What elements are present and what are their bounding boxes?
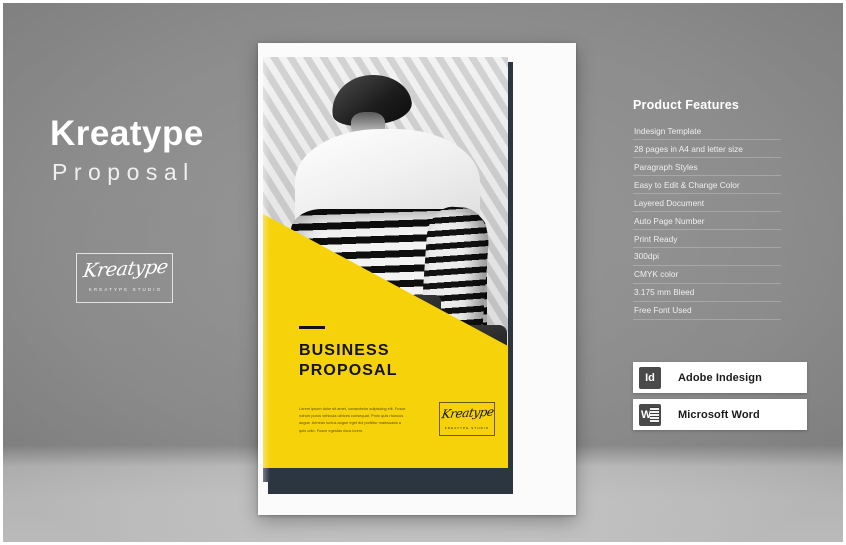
badge-adobe-indesign[interactable]: Id Adobe Indesign xyxy=(633,362,807,393)
feature-row: 28 pages in A4 and letter size xyxy=(633,140,781,158)
feature-row: Print Ready xyxy=(633,230,781,248)
feature-row: Layered Document xyxy=(633,194,781,212)
feature-row: Easy to Edit & Change Color xyxy=(633,176,781,194)
feature-row: Indesign Template xyxy=(633,122,781,140)
feature-row: Paragraph Styles xyxy=(633,158,781,176)
feature-row: 300dpi xyxy=(633,248,781,266)
product-features-panel: Product Features Indesign Template 28 pa… xyxy=(633,98,781,320)
cover-body-text: Lorem ipsum dolor sit amet, consectetur … xyxy=(299,406,406,433)
cover-logo-script: Kreatype xyxy=(440,404,495,422)
page-subtitle: Proposal xyxy=(52,159,195,185)
headline-block: Kreatype Proposal xyxy=(50,116,204,184)
cover-title: BUSINESS PROPOSAL xyxy=(299,342,398,379)
feature-row: 3.175 mm Bleed xyxy=(633,284,781,302)
page-title: Kreatype xyxy=(50,114,204,153)
feature-row: Free Font Used xyxy=(633,302,781,320)
brand-logo: Kreatype KREATYPE STUDIO xyxy=(76,253,173,303)
brochure-cover: BUSINESS PROPOSAL Lorem ipsum dolor sit … xyxy=(263,57,508,482)
cover-logo-studio: KREATYPE STUDIO xyxy=(444,426,490,430)
cover-title-rule xyxy=(299,326,325,329)
indesign-icon: Id xyxy=(639,366,661,389)
feature-row: CMYK color xyxy=(633,266,781,284)
feature-row: Auto Page Number xyxy=(633,212,781,230)
badge-adobe-indesign-label: Adobe Indesign xyxy=(678,371,762,384)
word-icon-pages xyxy=(650,406,659,423)
product-features-title: Product Features xyxy=(633,98,740,112)
word-icon: W xyxy=(639,403,661,426)
cover-logo: Kreatype KREATYPE STUDIO xyxy=(439,402,495,436)
screenshot-stage: Kreatype Proposal Kreatype KREATYPE STUD… xyxy=(0,0,846,545)
cover-bottom-band xyxy=(263,468,508,482)
brand-logo-studio: KREATYPE STUDIO xyxy=(88,287,163,292)
brand-logo-script: Kreatype xyxy=(81,255,170,283)
badge-microsoft-word-label: Microsoft Word xyxy=(678,408,760,421)
badge-microsoft-word[interactable]: W Microsoft Word xyxy=(633,399,807,430)
